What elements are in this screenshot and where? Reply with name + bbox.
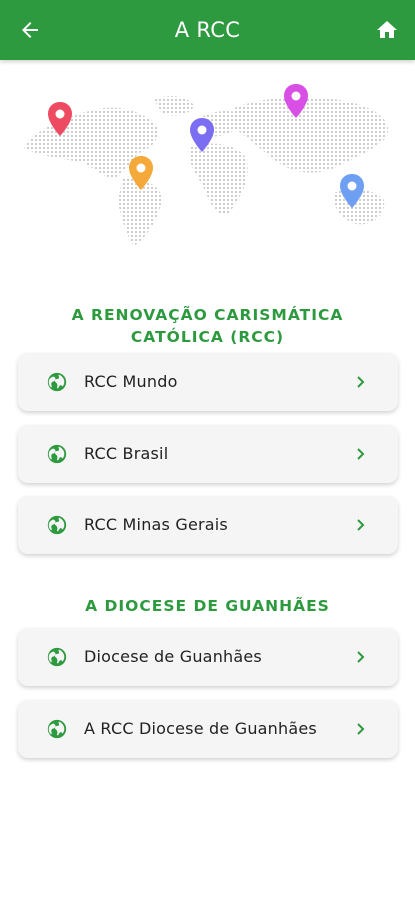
section-title-line1: A RENOVAÇÃO CARISMÁTICA xyxy=(71,306,344,324)
list-item-label: Diocese de Guanhães xyxy=(84,647,262,666)
list-item-label: A RCC Diocese de Guanhães xyxy=(84,719,317,738)
chevron-right-icon xyxy=(357,519,365,531)
globe-icon xyxy=(47,719,67,739)
chevron-right-icon xyxy=(357,651,365,663)
globe-icon xyxy=(47,647,67,667)
chevron-right-icon xyxy=(357,723,365,735)
section-title-rcc: A RENOVAÇÃO CARISMÁTICA CATÓLICA (RCC) xyxy=(30,304,385,348)
list-item-rcc-minas-gerais[interactable]: RCC Minas Gerais xyxy=(18,496,398,554)
world-map-illustration xyxy=(24,84,389,246)
chevron-right-icon xyxy=(357,448,365,460)
arrow-left-icon[interactable] xyxy=(18,18,42,42)
section-title-diocese: A DIOCESE DE GUANHÃES xyxy=(85,597,330,615)
globe-icon xyxy=(47,444,67,464)
section-title-line2: CATÓLICA (RCC) xyxy=(130,328,285,346)
list-item-rcc-mundo[interactable]: RCC Mundo xyxy=(18,353,398,411)
home-icon[interactable] xyxy=(375,18,399,42)
list-item-label: RCC Mundo xyxy=(84,372,178,391)
app-bar: A RCC xyxy=(0,0,415,60)
globe-icon xyxy=(47,372,67,392)
list-item-rcc-diocese-guanhaes[interactable]: A RCC Diocese de Guanhães xyxy=(18,700,398,758)
chevron-right-icon xyxy=(357,376,365,388)
globe-icon xyxy=(47,515,67,535)
list-item-label: RCC Brasil xyxy=(84,444,169,463)
page-title: A RCC xyxy=(174,18,241,42)
list-item-rcc-brasil[interactable]: RCC Brasil xyxy=(18,425,398,483)
list-item-diocese-guanhaes[interactable]: Diocese de Guanhães xyxy=(18,628,398,686)
list-item-label: RCC Minas Gerais xyxy=(84,515,228,534)
